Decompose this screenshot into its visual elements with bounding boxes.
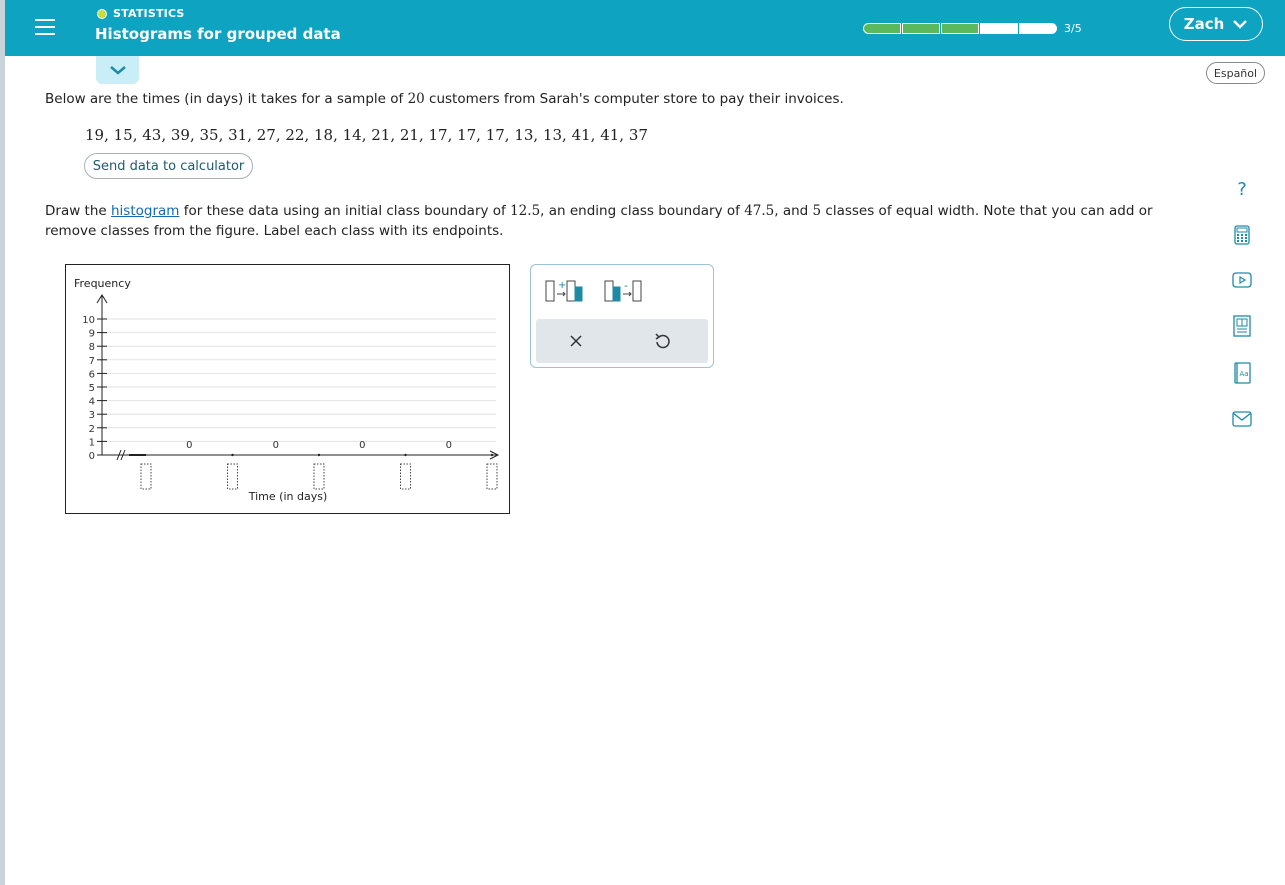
data-values: 19, 15, 43, 39, 35, 31, 27, 22, 18, 14, … (85, 126, 648, 144)
remove-class-icon: - (604, 279, 642, 302)
y-tick-label: 1 (89, 437, 95, 448)
class-label-input[interactable] (486, 463, 498, 490)
instruction-text: Draw the (45, 203, 111, 219)
dictionary-icon[interactable]: Aa (1230, 361, 1254, 385)
initial-boundary: 12.5 (510, 203, 541, 219)
svg-text:-: - (624, 279, 628, 292)
intro-text: customers from Sarah's computer store to… (424, 91, 844, 107)
class-boundary-point (490, 453, 494, 457)
chevron-down-icon (109, 66, 126, 75)
add-class-icon: + (545, 280, 583, 302)
instruction-text: , and (774, 203, 813, 219)
y-tick-label: 4 (89, 397, 95, 408)
class-boundary-point (404, 453, 407, 457)
svg-text:+: + (558, 280, 566, 291)
y-tick-label: 8 (89, 342, 95, 353)
video-icon[interactable] (1230, 268, 1254, 292)
left-rail (0, 0, 5, 885)
y-axis-ticks: 0 1 2 3 4 5 6 7 8 9 10 (82, 315, 107, 462)
y-tick-label: 5 (89, 383, 95, 394)
user-name: Zach (1183, 15, 1225, 33)
menu-icon[interactable] (35, 16, 55, 38)
progress-segment (902, 23, 940, 34)
num-classes: 5 (812, 203, 822, 219)
class-boundary-point (317, 453, 321, 457)
user-menu-button[interactable]: Zach (1169, 7, 1263, 41)
instruction-text: for these data using an initial class bo… (179, 203, 511, 219)
progress-text: 3/5 (1064, 22, 1082, 35)
y-tick-label: 10 (82, 315, 95, 326)
progress-bar: 3/5 (863, 22, 1082, 35)
x-axis-label: Time (in days) (248, 490, 328, 503)
calculator-icon[interactable] (1230, 223, 1254, 247)
progress-segment (980, 23, 1018, 34)
bar-value-label[interactable]: 0 (186, 440, 192, 451)
clear-button[interactable] (566, 331, 586, 351)
language-button[interactable]: Español (1206, 62, 1265, 84)
svg-text:Aa: Aa (1240, 370, 1249, 378)
y-axis-label: Frequency (74, 277, 131, 290)
question-intro: Below are the times (in days) it takes f… (45, 91, 844, 107)
graph-tool-panel: + - (530, 264, 714, 368)
progress-segment (863, 23, 901, 34)
instruction-text: , an ending class boundary of (540, 203, 745, 219)
histogram-bars: 0 0 0 0 (186, 440, 494, 457)
class-label-input[interactable] (140, 463, 152, 490)
instructions: Draw the histogram for these data using … (45, 201, 1195, 241)
class-boundary-point (231, 453, 234, 457)
y-tick-label: 6 (89, 369, 95, 380)
undo-icon (655, 333, 670, 349)
class-label-input[interactable] (227, 463, 238, 490)
class-label-inputs[interactable] (140, 463, 498, 490)
topic-label: STATISTICS (97, 7, 185, 20)
collapse-toggle[interactable] (96, 56, 139, 84)
bar-value-label[interactable]: 0 (446, 440, 452, 451)
textbook-icon[interactable] (1230, 314, 1254, 338)
sample-size: 20 (407, 91, 425, 107)
y-tick-label: 7 (89, 356, 95, 367)
remove-class-button[interactable]: - (603, 277, 645, 305)
topic-status-icon (97, 8, 107, 19)
add-class-button[interactable]: + (543, 277, 587, 305)
histogram-link[interactable]: histogram (111, 203, 179, 219)
undo-button[interactable] (652, 331, 672, 351)
page-title: Histograms for grouped data (95, 25, 341, 43)
clear-icon (570, 335, 582, 347)
y-tick-label: 0 (89, 451, 95, 462)
tool-action-bar (536, 319, 708, 363)
progress-segment (1019, 23, 1057, 34)
class-label-input[interactable] (400, 463, 411, 490)
grid-lines (102, 318, 496, 442)
help-icon[interactable]: ? (1230, 177, 1254, 201)
class-label-input[interactable] (313, 463, 325, 490)
intro-text: Below are the times (in days) it takes f… (45, 91, 408, 107)
histogram-graph[interactable]: Frequency 0 1 2 3 4 5 6 7 8 9 10 0 0 0 0 Time (in day… (65, 264, 510, 514)
y-tick-label: 2 (89, 424, 95, 435)
send-data-button[interactable]: Send data to calculator (84, 153, 253, 179)
progress-segment (941, 23, 979, 34)
bar-value-label[interactable]: 0 (359, 440, 365, 451)
y-tick-label: 9 (89, 329, 95, 340)
message-icon[interactable] (1230, 407, 1254, 431)
ending-boundary: 47.5 (744, 203, 775, 219)
header-bar: STATISTICS Histograms for grouped data 3… (5, 0, 1285, 56)
bar-value-label[interactable]: 0 (273, 440, 279, 451)
y-tick-label: 3 (89, 410, 95, 421)
topic-text: STATISTICS (113, 7, 185, 20)
chevron-down-icon (1233, 20, 1248, 29)
histogram-canvas[interactable]: Frequency 0 1 2 3 4 5 6 7 8 9 10 0 0 0 0 Time (in day… (66, 265, 511, 515)
